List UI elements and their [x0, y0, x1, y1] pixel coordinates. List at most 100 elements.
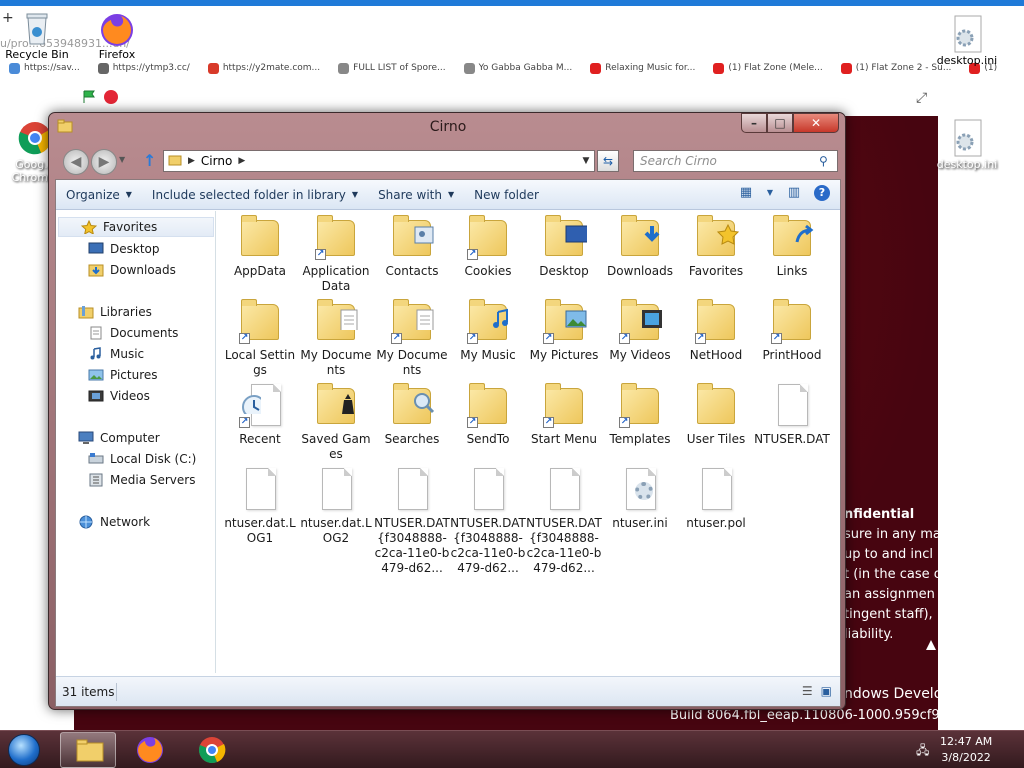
item-count: 31 items: [62, 685, 115, 699]
file-item[interactable]: ↗ My Pictures: [526, 298, 602, 363]
desktop-icon-recycle-bin[interactable]: Recycle Bin: [2, 8, 72, 61]
confidential-line: up to and incl: [844, 547, 934, 562]
minimize-button[interactable]: –: [741, 113, 767, 133]
nav-item-videos[interactable]: Videos: [56, 386, 216, 406]
desktop-icon: [88, 242, 104, 256]
file-item[interactable]: ↗ Application Data: [298, 214, 374, 294]
shortcut-arrow-icon: ↗: [619, 417, 630, 428]
file-item[interactable]: ↗ My Documents: [374, 298, 450, 378]
file-item[interactable]: Saved Games: [298, 382, 374, 462]
bookmark-item[interactable]: Yo Gabba Gabba M...: [455, 58, 582, 78]
chevron-down-icon[interactable]: ▼: [766, 185, 774, 201]
shortcut-arrow-icon: ↗: [771, 333, 782, 344]
clock[interactable]: 12:47 AM 3/8/2022: [940, 734, 992, 766]
up-arrow-icon[interactable]: ↑: [143, 151, 161, 171]
file-item[interactable]: ↗ My Music: [450, 298, 526, 363]
file-item[interactable]: Links: [754, 214, 830, 279]
address-bar[interactable]: ▶ Cirno ▶: [163, 150, 595, 172]
network-tray-icon[interactable]: 🖧: [916, 741, 932, 757]
file-item[interactable]: ↗ My Videos: [602, 298, 678, 363]
details-view-icon[interactable]: ☰: [802, 684, 813, 698]
include-in-library-button[interactable]: Include selected folder in library ▼: [142, 188, 368, 202]
new-folder-button[interactable]: New folder: [464, 188, 549, 202]
nav-item-documents[interactable]: Documents: [56, 323, 216, 343]
nav-item-desktop[interactable]: Desktop: [56, 239, 216, 259]
file-item[interactable]: ↗ NetHood: [678, 298, 754, 363]
folder-icon: ↗: [465, 298, 511, 344]
start-button[interactable]: [4, 731, 44, 768]
change-view-icon[interactable]: ▦: [738, 185, 754, 201]
file-item[interactable]: ↗ Local Settings: [222, 298, 298, 378]
bookmark-item[interactable]: https://ytmp3.cc/: [89, 58, 199, 78]
desktop-icon-desktop-ini[interactable]: desktop.ini: [932, 118, 1002, 171]
organize-button[interactable]: Organize ▼: [56, 188, 142, 202]
help-icon[interactable]: ?: [814, 185, 830, 201]
file-item[interactable]: NTUSER.DAT: [754, 382, 830, 447]
nav-favorites[interactable]: Favorites: [58, 217, 214, 237]
taskbar-chrome[interactable]: [184, 732, 240, 768]
file-item[interactable]: ↗ PrintHood: [754, 298, 830, 363]
fullscreen-icon[interactable]: ⤢: [916, 90, 932, 106]
file-item[interactable]: NTUSER.DAT{f3048888-c2ca-11e0-b479-d62..…: [526, 466, 602, 576]
search-icon[interactable]: ⚲: [819, 154, 828, 168]
maximize-button[interactable]: □: [767, 113, 793, 133]
breadcrumb-separator[interactable]: ▶: [238, 156, 245, 166]
bookmark-item[interactable]: (1) Flat Zone (Mele...: [704, 58, 831, 78]
file-item[interactable]: Searches: [374, 382, 450, 447]
bookmark-item[interactable]: FULL LIST of Spore...: [329, 58, 454, 78]
search-input[interactable]: Search Cirno: [633, 150, 838, 172]
file-item[interactable]: ntuser.pol: [678, 466, 754, 531]
file-item[interactable]: Favorites: [678, 214, 754, 279]
desktop-icon-desktop-ini[interactable]: desktop.ini: [932, 14, 1002, 67]
address-dropdown-icon[interactable]: ▼: [577, 150, 595, 172]
preview-pane-icon[interactable]: ▥: [786, 185, 802, 201]
nav-item-local-disk[interactable]: Local Disk (C:): [56, 449, 216, 469]
file-item[interactable]: ↗ Templates: [602, 382, 678, 447]
folder-icon: [769, 214, 815, 260]
stop-record-icon[interactable]: [104, 90, 118, 104]
file-item[interactable]: User Tiles: [678, 382, 754, 447]
back-button[interactable]: ◀: [63, 149, 89, 175]
desktop-icon-firefox[interactable]: Firefox: [82, 8, 152, 61]
folder-icon: ↗: [769, 298, 815, 344]
breadcrumb-item[interactable]: Cirno: [201, 154, 232, 168]
file-item[interactable]: AppData: [222, 214, 298, 279]
file-item[interactable]: Downloads: [602, 214, 678, 279]
nav-computer[interactable]: Computer: [56, 428, 216, 448]
taskbar-firefox[interactable]: [122, 732, 178, 768]
file-item[interactable]: ntuser.dat.LOG2: [298, 466, 374, 546]
forward-button[interactable]: ▶: [91, 149, 117, 175]
taskbar-explorer[interactable]: [60, 732, 116, 768]
star-icon: [80, 219, 98, 235]
file-name: NTUSER.DAT{f3048888-c2ca-11e0-b479-d62..…: [374, 516, 450, 575]
file-item[interactable]: ↗ Recent: [222, 382, 298, 447]
file-item[interactable]: ntuser.dat.LOG1: [222, 466, 298, 546]
green-flag-icon[interactable]: [82, 90, 96, 104]
recent-pages-dropdown[interactable]: ▼: [119, 155, 125, 164]
file-item[interactable]: Contacts: [374, 214, 450, 279]
bookmark-item[interactable]: Relaxing Music for...: [581, 58, 704, 78]
file-item[interactable]: ntuser.ini: [602, 466, 678, 531]
nav-item-downloads[interactable]: Downloads: [56, 260, 216, 280]
file-item[interactable]: My Documents: [298, 298, 374, 378]
file-item[interactable]: Desktop: [526, 214, 602, 279]
file-item[interactable]: ↗ Start Menu: [526, 382, 602, 447]
bookmark-item[interactable]: https://y2mate.com...: [199, 58, 329, 78]
large-icons-view-icon[interactable]: ▣: [821, 684, 832, 698]
close-button[interactable]: ✕: [793, 113, 839, 133]
refresh-button[interactable]: ⇆: [597, 150, 619, 172]
nav-libraries[interactable]: Libraries: [56, 302, 216, 322]
bookmark-item[interactable]: https://sav...: [0, 58, 89, 78]
breadcrumb-separator[interactable]: ▶: [188, 156, 195, 166]
caption-buttons: – □ ✕: [741, 113, 839, 133]
chrome-icon: [199, 737, 226, 763]
share-with-button[interactable]: Share with ▼: [368, 188, 464, 202]
nav-item-media-servers[interactable]: Media Servers: [56, 470, 216, 490]
nav-network[interactable]: Network: [56, 512, 216, 532]
nav-item-pictures[interactable]: Pictures: [56, 365, 216, 385]
file-item[interactable]: ↗ Cookies: [450, 214, 526, 279]
nav-item-music[interactable]: Music: [56, 344, 216, 364]
file-item[interactable]: NTUSER.DAT{f3048888-c2ca-11e0-b479-d62..…: [374, 466, 450, 576]
file-item[interactable]: NTUSER.DAT{f3048888-c2ca-11e0-b479-d62..…: [450, 466, 526, 576]
file-item[interactable]: ↗ SendTo: [450, 382, 526, 447]
